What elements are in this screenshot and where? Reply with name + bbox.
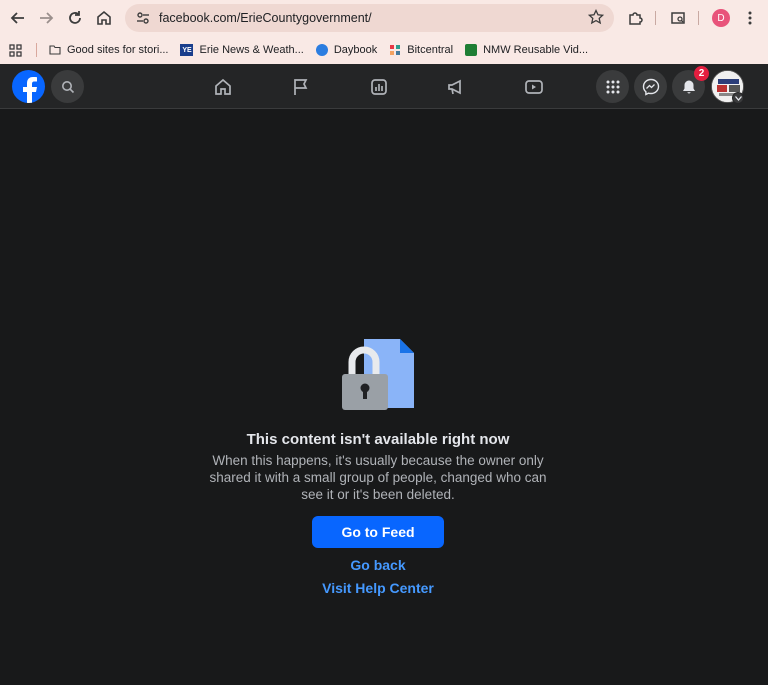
content-unavailable-illustration — [340, 338, 416, 412]
facebook-logo[interactable] — [12, 70, 45, 103]
nav-video[interactable] — [517, 70, 550, 103]
nav-insights[interactable] — [362, 70, 395, 103]
account-chevron-down-icon[interactable] — [732, 92, 744, 104]
nav-ads[interactable] — [439, 70, 472, 103]
forward-button[interactable] — [32, 4, 60, 32]
bookmark-label: NMW Reusable Vid... — [483, 44, 589, 56]
more-vertical-icon — [748, 11, 752, 25]
bookmark-erie-news[interactable]: YE Erie News & Weath... — [180, 44, 304, 56]
bookmark-label: Bitcentral — [407, 44, 454, 56]
browser-toolbar: facebook.com/ErieCountygovernment/ D — [0, 0, 768, 36]
bookmark-nmw-reusable[interactable]: NMW Reusable Vid... — [465, 44, 588, 56]
yie-icon: YE — [180, 44, 194, 56]
go-to-feed-button[interactable]: Go to Feed — [312, 516, 444, 548]
menu-button[interactable] — [596, 70, 629, 103]
error-description: When this happens, it's usually because … — [209, 453, 547, 502]
bookmark-label: Erie News & Weath... — [199, 44, 304, 56]
flag-icon — [293, 78, 307, 95]
bookmark-star-icon[interactable] — [587, 8, 605, 30]
chart-icon — [370, 78, 387, 95]
search-icon — [61, 80, 74, 93]
toolbar-divider — [698, 11, 699, 25]
apps-icon[interactable] — [9, 43, 22, 57]
home-icon — [97, 10, 111, 25]
back-button[interactable] — [4, 4, 32, 32]
messenger-icon — [642, 78, 659, 96]
megaphone-icon — [447, 79, 461, 94]
chrome-menu-button[interactable] — [736, 4, 764, 32]
home-button[interactable] — [90, 4, 118, 32]
url-text: facebook.com/ErieCountygovernment/ — [159, 11, 372, 25]
bitcentral-icon — [390, 45, 401, 55]
bookmark-folder-good-sites[interactable]: Good sites for stori... — [49, 44, 168, 56]
address-bar[interactable]: facebook.com/ErieCountygovernment/ — [125, 4, 614, 32]
nav-pages[interactable] — [284, 70, 317, 103]
facebook-header — [0, 64, 768, 109]
go-back-link[interactable]: Go back — [0, 557, 756, 573]
bookmark-label: Daybook — [333, 44, 378, 56]
bookmarks-divider — [36, 43, 37, 57]
reload-icon — [69, 11, 81, 24]
puzzle-icon — [629, 12, 643, 25]
grid-menu-icon — [606, 80, 619, 93]
bell-icon — [682, 80, 695, 94]
bookmark-daybook[interactable]: Daybook — [315, 44, 378, 56]
side-panel-icon — [671, 12, 685, 24]
extensions-button[interactable] — [621, 4, 649, 32]
folder-icon — [49, 45, 61, 55]
side-panel-button[interactable] — [664, 4, 692, 32]
bookmark-label: Good sites for stori... — [67, 44, 169, 56]
bookmark-bitcentral[interactable]: Bitcentral — [389, 44, 453, 56]
error-title: This content isn't available right now — [246, 431, 510, 448]
messenger-button[interactable] — [634, 70, 667, 103]
globe-icon — [315, 44, 328, 56]
arrow-right-icon — [40, 12, 54, 24]
notification-badge: 2 — [694, 66, 709, 81]
bookmarks-bar: Good sites for stori... YE Erie News & W… — [0, 36, 768, 64]
facebook-search-button[interactable] — [51, 70, 84, 103]
arrow-left-icon — [10, 12, 24, 24]
facebook-f-icon — [22, 77, 37, 103]
help-center-link[interactable]: Visit Help Center — [0, 580, 756, 596]
toolbar-divider — [655, 11, 656, 25]
profile-avatar[interactable]: D — [712, 9, 730, 27]
home-icon — [214, 78, 231, 95]
reload-button[interactable] — [61, 4, 89, 32]
nav-home[interactable] — [206, 70, 239, 103]
video-icon — [524, 79, 543, 94]
site-settings-icon[interactable] — [133, 8, 153, 28]
excel-icon — [465, 44, 478, 56]
